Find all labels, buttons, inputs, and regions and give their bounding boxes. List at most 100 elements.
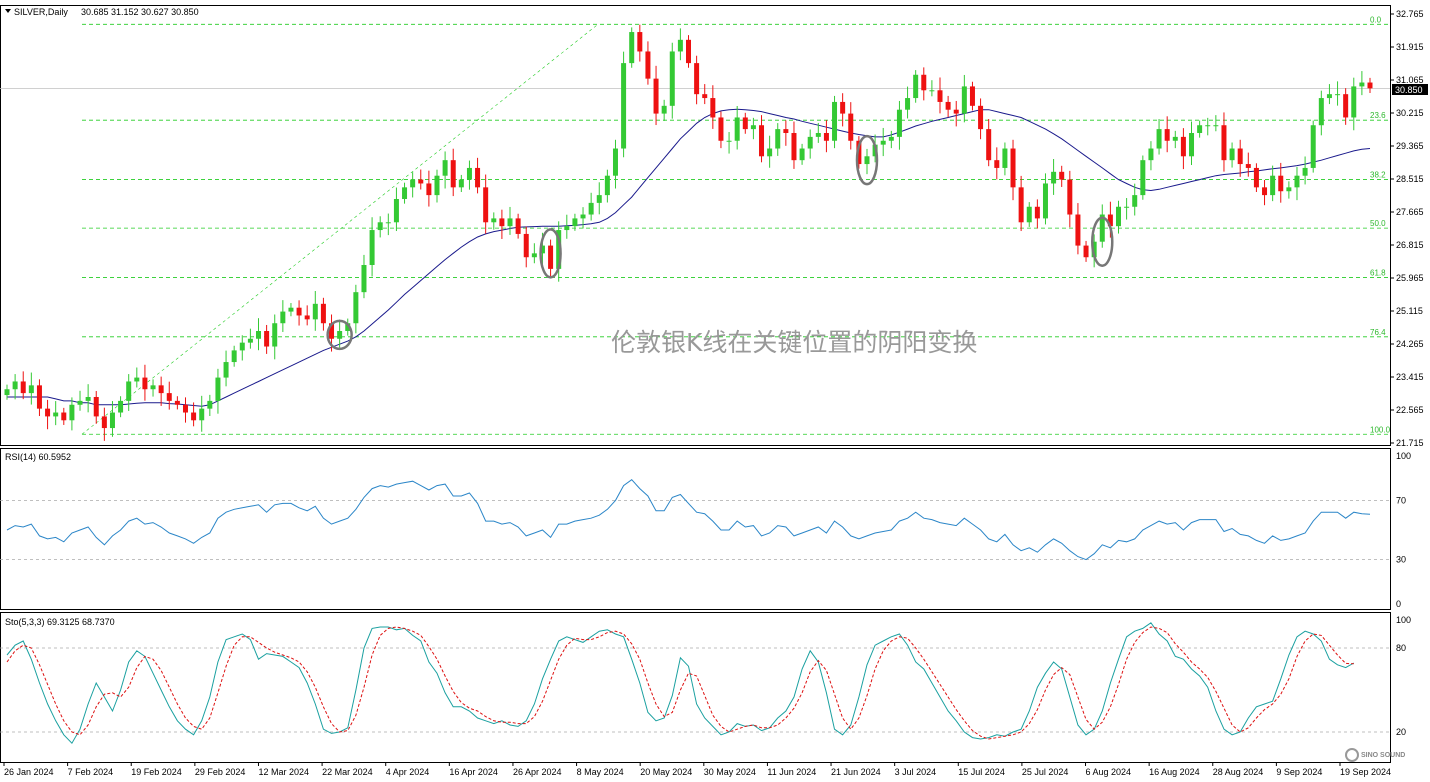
candle-up (669, 51, 675, 106)
candle-down (61, 412, 67, 421)
price-tick-label: 25.965 (1396, 273, 1424, 283)
stochastic-tick-label: 20 (1396, 727, 1406, 737)
candle-up (621, 63, 627, 149)
price-tick-label: 23.415 (1396, 372, 1424, 382)
candle-up (815, 132, 821, 137)
candle-up (280, 311, 286, 324)
price-tick-label: 24.265 (1396, 339, 1424, 349)
date-tick-label: 3 Jul 2024 (895, 767, 937, 777)
candle-up (507, 218, 513, 227)
date-tick-label: 20 May 2024 (640, 767, 692, 777)
candle-up (734, 117, 740, 141)
candle-down (694, 63, 700, 95)
candle-up (572, 218, 578, 227)
candle-up (207, 400, 213, 409)
candle-up (905, 98, 911, 110)
candle-down (637, 32, 643, 52)
candle-up (434, 175, 440, 196)
candle-up (588, 202, 594, 215)
stochastic-title: Sto(5,3,3) 69.3125 68.7370 (5, 617, 115, 627)
candle-up (1197, 125, 1203, 133)
candle-up (402, 187, 408, 199)
stochastic-tick-label: 80 (1396, 643, 1406, 653)
candle-down (548, 245, 554, 269)
rsi-tick-label: 0 (1396, 599, 1401, 609)
date-tick-label: 7 Feb 2024 (68, 767, 114, 777)
silver-chart-canvas: 0.0 23.6 38.2 50.0 61.8 76.4 100.0 32.765 31.91… (0, 5, 1428, 777)
candle-down (953, 109, 959, 114)
rsi-title: RSI(14) 60.5952 (5, 452, 71, 462)
candle-down (158, 385, 164, 394)
candle-up (1351, 86, 1357, 118)
candle-up (28, 385, 34, 394)
date-tick-label: 25 Jul 2024 (1022, 767, 1069, 777)
candle-down (1164, 129, 1170, 141)
candle-up (256, 330, 262, 339)
price-tick-label: 22.565 (1396, 405, 1424, 415)
candle-up (1229, 148, 1235, 161)
date-tick-label: 19 Feb 2024 (131, 767, 182, 777)
candle-down (978, 105, 984, 130)
candle-down (320, 303, 326, 324)
candle-down (1245, 164, 1251, 168)
date-axis: 26 Jan 2024 7 Feb 2024 19 Feb 2024 29 Feb 2… (3, 762, 1391, 777)
candle-down (945, 101, 951, 110)
candle-up (564, 226, 570, 231)
candle-up (458, 179, 464, 188)
candle-up (929, 90, 935, 92)
candle-down (645, 51, 651, 79)
candle-up (612, 148, 618, 176)
price-axis: 32.765 31.915 31.065 30.215 29.365 28.515 27.6… (1390, 9, 1424, 448)
price-tick-label: 32.765 (1396, 9, 1424, 19)
candle-up (961, 86, 967, 114)
candle-down (191, 412, 197, 421)
candle-up (126, 381, 132, 401)
candle-up (1318, 98, 1324, 126)
rsi-tick-label: 70 (1396, 495, 1406, 505)
candle-up (1213, 125, 1219, 127)
price-tick-label: 29.365 (1396, 141, 1424, 151)
candle-up (1310, 125, 1316, 168)
candle-up (1051, 171, 1057, 184)
candle-down (515, 218, 521, 234)
candle-up (767, 148, 773, 157)
price-tick-label: 27.665 (1396, 207, 1424, 217)
candle-up (239, 342, 245, 351)
candle-up (1002, 148, 1008, 168)
candle-up (1294, 175, 1300, 188)
candle-up (466, 167, 472, 180)
candle-down (1083, 245, 1089, 258)
candle-down (523, 233, 529, 258)
candle-up (442, 160, 448, 176)
price-tick-label: 31.915 (1396, 42, 1424, 52)
date-tick-label: 19 Sep 2024 (1340, 767, 1391, 777)
logo-text: SINO SOUND (1361, 752, 1405, 759)
candle-down (182, 404, 188, 413)
candle-down (986, 129, 992, 161)
candle-up (12, 381, 18, 390)
candle-up (85, 396, 91, 401)
candle-up (1124, 206, 1130, 208)
candle-down (710, 98, 716, 118)
candle-up (832, 101, 838, 141)
candle-down (1067, 179, 1073, 215)
candle-up (677, 39, 683, 52)
candle-down (296, 307, 302, 316)
candle-down (1075, 214, 1081, 246)
candle-down (264, 330, 270, 347)
price-tick-label: 28.515 (1396, 174, 1424, 184)
candle-down (174, 400, 180, 405)
date-tick-label: 16 Aug 2024 (1149, 767, 1200, 777)
candle-down (499, 218, 505, 227)
candle-down (418, 179, 424, 184)
candle-up (312, 303, 318, 320)
candle-down (823, 132, 829, 141)
candle-down (718, 117, 724, 141)
date-tick-label: 29 Feb 2024 (195, 767, 246, 777)
candle-up (4, 389, 10, 396)
candle-down (1343, 94, 1349, 118)
date-tick-label: 4 Apr 2024 (386, 767, 430, 777)
candle-up (69, 404, 75, 421)
candle-down (45, 408, 51, 417)
price-tick-label: 26.815 (1396, 240, 1424, 250)
